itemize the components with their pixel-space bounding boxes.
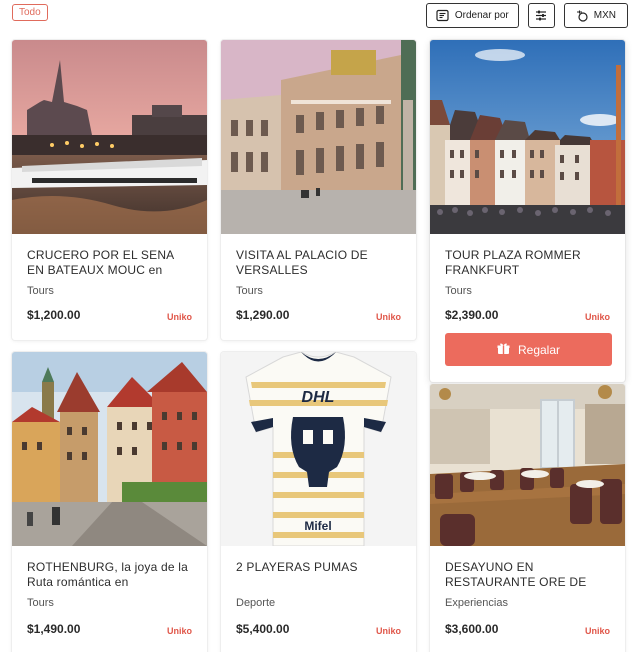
product-price: $1,290.00 — [236, 308, 290, 322]
brand-label: Uniko — [166, 626, 192, 636]
product-category: Tours — [236, 285, 263, 297]
product-card-hovered[interactable]: TOUR PLAZA ROMMER FRANKFURT Tours $2,390… — [430, 40, 625, 382]
seine-cruise-photo — [12, 40, 207, 234]
frankfurt-romer-photo — [430, 40, 625, 234]
product-category: Tours — [445, 285, 472, 297]
currency-icon — [576, 10, 588, 22]
sort-label: Ordenar por — [454, 10, 509, 21]
filter-button[interactable] — [527, 3, 555, 28]
pumas-jersey-photo: DHL Mifel — [221, 352, 416, 546]
product-category: Tours — [27, 285, 54, 297]
product-price: $2,390.00 — [445, 308, 499, 322]
brand-label: Uniko — [375, 312, 401, 322]
product-title: TOUR PLAZA ROMMER FRANKFURT — [445, 248, 581, 277]
product-card[interactable]: CRUCERO POR EL SENA EN BATEAUX MOUC en T… — [12, 40, 207, 340]
product-price: $1,490.00 — [27, 622, 81, 636]
product-title: 2 PLAYERAS PUMAS — [236, 560, 358, 574]
currency-label: MXN — [593, 10, 616, 21]
svg-text:Mifel: Mifel — [304, 519, 331, 533]
product-title: CRUCERO POR EL SENA EN BATEAUX MOUC en — [27, 248, 174, 277]
product-price: $1,200.00 — [27, 308, 81, 322]
brand-label: Uniko — [584, 626, 610, 636]
brand-label: Uniko — [166, 312, 192, 322]
sort-button[interactable]: Ordenar por — [425, 3, 519, 28]
sort-icon — [436, 9, 449, 22]
product-title: VISITA AL PALACIO DE VERSALLES — [236, 248, 368, 277]
currency-button[interactable]: MXN — [563, 3, 628, 28]
product-price: $3,600.00 — [445, 622, 499, 636]
product-category: Deporte — [236, 597, 276, 609]
gift-button[interactable]: Regalar — [445, 333, 612, 366]
product-card[interactable]: ROTHENBURG, la joya de la Ruta romántica… — [12, 352, 207, 652]
versailles-palace-photo — [221, 40, 416, 234]
gift-icon — [497, 342, 510, 358]
filter-chip-todo[interactable]: Todo — [12, 4, 48, 21]
gift-label: Regalar — [517, 342, 561, 357]
product-category: Tours — [27, 597, 54, 609]
brand-label: Uniko — [584, 312, 610, 322]
product-card[interactable]: VISITA AL PALACIO DE VERSALLES Tours $1,… — [221, 40, 416, 340]
product-price: $5,400.00 — [236, 622, 290, 636]
product-card[interactable]: DESAYUNO EN RESTAURANTE ORE DE Experienc… — [430, 384, 625, 652]
product-title: DESAYUNO EN RESTAURANTE ORE DE — [445, 560, 587, 589]
product-title: ROTHENBURG, la joya de la Ruta romántica… — [27, 560, 189, 589]
product-category: Experiencias — [445, 597, 508, 609]
product-card[interactable]: DHL Mifel 2 PLAYERAS PUMAS Deporte $5,40… — [221, 352, 416, 652]
restaurant-interior-photo — [430, 384, 625, 546]
filter-sliders-icon — [535, 10, 547, 21]
brand-label: Uniko — [375, 626, 401, 636]
svg-text:DHL: DHL — [302, 389, 335, 406]
toolbar: Ordenar por MXN — [425, 3, 628, 28]
rothenburg-street-photo — [12, 352, 207, 546]
